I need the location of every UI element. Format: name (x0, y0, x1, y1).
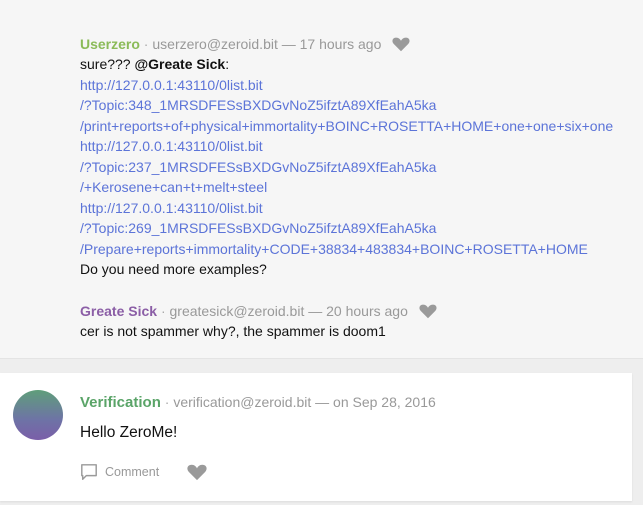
comment-header: Userzero · userzero@zeroid.bit — 17 hour… (80, 34, 643, 54)
comment-author-link[interactable]: Greate Sick (80, 303, 157, 319)
comment-meta: greatesick@zeroid.bit — 20 hours ago (169, 303, 408, 319)
comment-meta: userzero@zeroid.bit — 17 hours ago (152, 36, 382, 52)
avatar[interactable] (13, 390, 63, 440)
heart-icon[interactable] (186, 463, 208, 481)
topic-link[interactable]: /?Topic:269_1MRSDFESsBXDGvNoZ5ifztA89XfE… (80, 218, 643, 239)
comments-section: Userzero · userzero@zeroid.bit — 17 hour… (0, 0, 643, 359)
post-meta: verification@zeroid.bit — on Sep 28, 201… (173, 394, 436, 410)
topic-link[interactable]: /+Kerosene+can+t+melt+steel (80, 177, 643, 198)
comment-body: sure??? @Greate Sick: http://127.0.0.1:4… (80, 54, 643, 280)
post-body: Hello ZeroMe! (80, 424, 178, 441)
meta-separator: · (139, 36, 153, 52)
comment-text: sure??? (80, 56, 135, 72)
post-header: Verification · verification@zeroid.bit —… (80, 391, 436, 413)
topic-link[interactable]: /?Topic:237_1MRSDFESsBXDGvNoZ5ifztA89XfE… (80, 157, 643, 178)
comment-author-link[interactable]: Userzero (80, 36, 140, 52)
meta-separator: · (157, 303, 170, 319)
topic-link[interactable]: http://127.0.0.1:43110/0list.bit (80, 136, 643, 157)
topic-link[interactable]: /print+reports+of+physical+immortality+B… (80, 116, 643, 137)
comment-userzero: Userzero · userzero@zeroid.bit — 17 hour… (80, 34, 643, 280)
topic-link[interactable]: /Prepare+reports+immortality+CODE+38834+… (80, 239, 643, 260)
comment-icon (81, 464, 97, 480)
mention-link[interactable]: @Greate Sick (134, 56, 225, 72)
comment-text: Do you need more examples? (80, 261, 267, 277)
mention-suffix: : (225, 56, 230, 72)
meta-separator: · (160, 394, 174, 410)
heart-icon[interactable] (418, 303, 438, 319)
topic-link[interactable]: http://127.0.0.1:43110/0list.bit (80, 198, 643, 219)
comment-body: cer is not spammer why?, the spammer is … (80, 323, 386, 339)
comment-button-label: Comment (105, 465, 160, 479)
post-card: Verification · verification@zeroid.bit —… (0, 373, 632, 501)
heart-icon[interactable] (391, 36, 411, 52)
post-author-link[interactable]: Verification (80, 394, 161, 411)
comment-header: Greate Sick · greatesick@zeroid.bit — 20… (80, 301, 643, 321)
topic-link[interactable]: http://127.0.0.1:43110/0list.bit (80, 75, 643, 96)
comment-button[interactable]: Comment (80, 462, 159, 482)
topic-link[interactable]: /?Topic:348_1MRSDFESsBXDGvNoZ5ifztA89XfE… (80, 95, 643, 116)
comment-greatesick: Greate Sick · greatesick@zeroid.bit — 20… (80, 301, 643, 342)
post-actions: Comment (80, 462, 208, 482)
